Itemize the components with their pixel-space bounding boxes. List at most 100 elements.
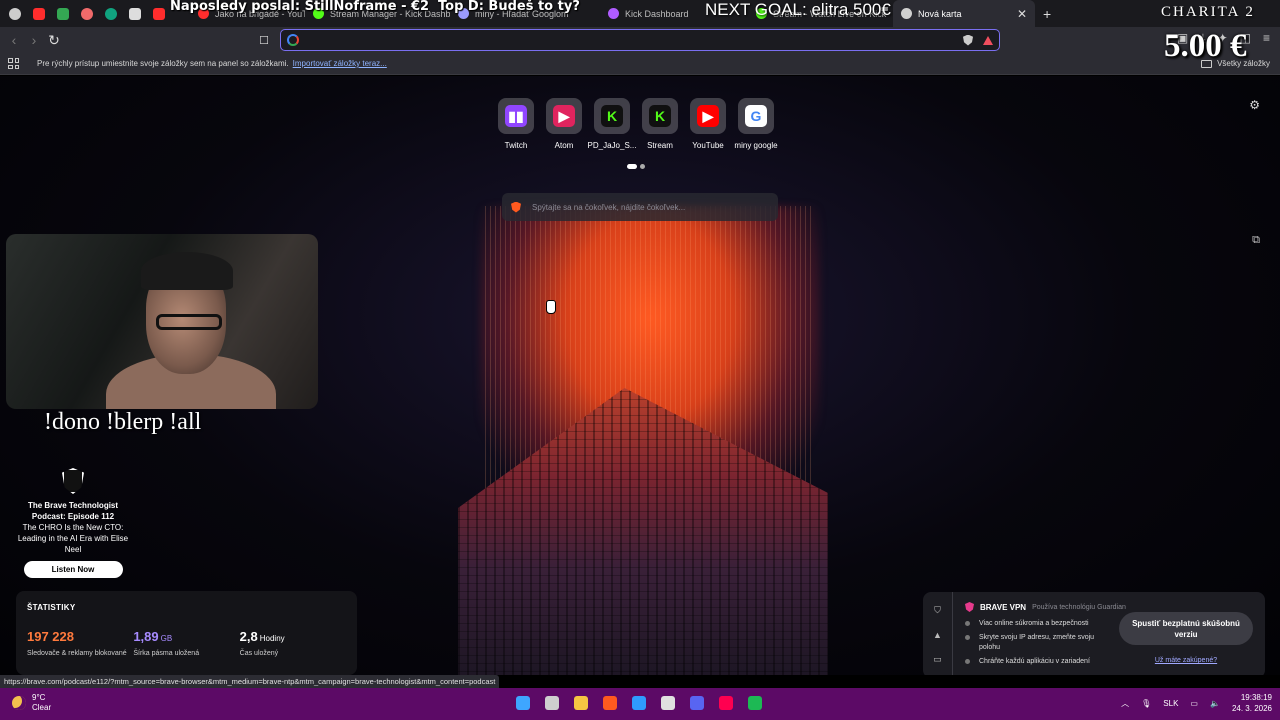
external-link-icon[interactable]: ⧉ bbox=[1252, 234, 1260, 247]
top-site-tile[interactable]: ▮▮ Twitch bbox=[498, 98, 534, 150]
youtube-icon: ▶ bbox=[697, 105, 719, 127]
podcast-title: The Brave Technologist Podcast: Episode … bbox=[27, 501, 119, 521]
spotify-icon[interactable] bbox=[744, 692, 766, 714]
twitch-icon: ▮▮ bbox=[505, 105, 527, 127]
sponsored-podcast-card: The Brave Technologist Podcast: Episode … bbox=[16, 468, 130, 578]
taskbar-apps bbox=[512, 692, 766, 714]
display-icon[interactable]: ▭ bbox=[1190, 699, 1198, 708]
top-site-tile[interactable]: K Stream bbox=[642, 98, 678, 150]
pager-dot[interactable] bbox=[640, 164, 645, 169]
top-site-tile[interactable]: ▶ Atom bbox=[546, 98, 582, 150]
stat-bandwidth: 1,89 GB Šírka pásma uložená bbox=[133, 628, 239, 657]
top-site-tile[interactable]: Gminy google bbox=[734, 98, 778, 150]
new-tab-page: ▮▮ Twitch ▶ Atom K PD_JaJo_S... K Stream ▶ YouTub… bbox=[0, 76, 1280, 675]
clock[interactable]: 19:38:19 24. 3. 2026 bbox=[1232, 692, 1272, 714]
webcam-person-cap bbox=[141, 252, 233, 290]
tab-active[interactable]: Nová karta ✕ bbox=[893, 0, 1035, 27]
pager-dot-active[interactable] bbox=[627, 164, 637, 169]
forward-button[interactable]: › bbox=[24, 30, 44, 50]
podcast-subtitle: The CHRO Is the New CTO: Leading in the … bbox=[17, 523, 129, 554]
top-sites-pager bbox=[627, 164, 645, 169]
google-icon bbox=[287, 34, 299, 46]
pinned-tab-obs[interactable] bbox=[4, 3, 26, 25]
menu-icon[interactable]: ≡ bbox=[1263, 31, 1270, 46]
top-site-icon-frame: K bbox=[594, 98, 630, 134]
pinned-tab-chatgpt[interactable] bbox=[100, 3, 122, 25]
stat-label: Šírka pásma uložená bbox=[133, 650, 200, 657]
hand-cursor-icon bbox=[546, 300, 556, 314]
top-site-icon-frame: ▮▮ bbox=[498, 98, 534, 134]
taskbar: 9°C Clear ︿ 🎙 SLK ▭ 🔈 19:38:19 24. 3. 20… bbox=[0, 688, 1280, 720]
brave-rewards-icon[interactable] bbox=[983, 35, 993, 45]
rewards-icon[interactable]: ▲ bbox=[933, 630, 942, 640]
weather-temp: 9°C bbox=[32, 693, 46, 702]
vpn-shield-icon bbox=[965, 602, 974, 612]
google-icon: G bbox=[745, 105, 767, 127]
tiktok-icon[interactable] bbox=[715, 692, 737, 714]
overlay-charity-amount: 5.00 € bbox=[1164, 28, 1247, 64]
bookmark-icon[interactable]: ☐ bbox=[254, 30, 274, 50]
reload-button[interactable]: ↻ bbox=[44, 30, 64, 50]
pinned-tab-anchor[interactable] bbox=[124, 3, 146, 25]
top-sites: ▮▮ Twitch ▶ Atom K PD_JaJo_S... K Stream ▶ YouTub… bbox=[498, 98, 778, 150]
pinned-tab-drive[interactable] bbox=[52, 3, 74, 25]
start-icon[interactable] bbox=[512, 692, 534, 714]
chevron-up-icon[interactable]: ︿ bbox=[1121, 698, 1129, 709]
brave-shield-icon bbox=[901, 8, 912, 19]
import-bookmarks-link[interactable]: Importovať záložky teraz... bbox=[293, 59, 387, 68]
address-input[interactable] bbox=[305, 34, 963, 46]
apps-grid-icon[interactable] bbox=[8, 58, 19, 69]
microphone-icon[interactable]: 🎙 bbox=[1141, 699, 1151, 708]
stat-trackers: 197 228 Sledovače & reklamy blokované bbox=[27, 628, 133, 657]
top-site-icon-frame: G bbox=[738, 98, 774, 134]
pinned-tab-youtube-2[interactable] bbox=[148, 3, 170, 25]
webcam-person-glasses bbox=[156, 314, 222, 330]
stats-heading: ŠTATISTIKY bbox=[27, 603, 76, 612]
top-site-tile[interactable]: K PD_JaJo_S... bbox=[588, 98, 636, 150]
vpn-shield-icon[interactable]: ⛉ bbox=[934, 605, 941, 616]
vpn-feature: Chráňte každú aplikáciu v zariadení bbox=[965, 657, 1101, 667]
new-tab-button[interactable]: + bbox=[1043, 6, 1051, 22]
webcam-overlay bbox=[6, 234, 318, 409]
stat-unit: GB bbox=[160, 634, 173, 643]
file-explorer-icon[interactable] bbox=[570, 692, 592, 714]
top-site-icon-frame: ▶ bbox=[690, 98, 726, 134]
volume-icon[interactable]: 🔈 bbox=[1210, 699, 1220, 708]
task-view-icon[interactable] bbox=[541, 692, 563, 714]
vpn-already-purchased-link[interactable]: Už máte zakúpené? bbox=[1119, 657, 1253, 664]
address-bar[interactable] bbox=[280, 29, 1000, 51]
pinned-tab-youtube[interactable] bbox=[28, 3, 50, 25]
vpn-powered-by: Používa technológiu Guardian bbox=[1032, 603, 1126, 611]
overlay-last-tip: Naposledy poslal: StillNoframe - €2 bbox=[170, 0, 430, 14]
vpn-trial-button[interactable]: Spustiť bezplatnú skúšobnú verziu bbox=[1119, 612, 1253, 645]
stat-value: 1,89 bbox=[133, 629, 159, 644]
pinned-tab-asana[interactable] bbox=[76, 3, 98, 25]
toolbar: ‹ › ↻ ☐ ▣ ⤓ ✦ ◫ ≡ bbox=[0, 27, 1280, 53]
brave-shields-icon[interactable] bbox=[963, 34, 973, 46]
pinned-tabs bbox=[0, 3, 170, 25]
stat-label: Sledovače & reklamy blokované bbox=[27, 650, 127, 657]
search-box[interactable]: Spýtajte sa na čokoľvek, nájdite čokoľve… bbox=[502, 193, 778, 221]
bookmarks-bar: Pre rýchly prístup umiestnite svoje zálo… bbox=[0, 53, 1280, 75]
search-placeholder: Spýtajte sa na čokoľvek, nájdite čokoľve… bbox=[532, 202, 686, 212]
weather-widget[interactable]: 9°C Clear bbox=[12, 693, 51, 713]
store-icon[interactable] bbox=[628, 692, 650, 714]
brave-icon[interactable] bbox=[599, 692, 621, 714]
stat-time: 2,8 Hodiny Čas uložený bbox=[240, 628, 346, 657]
back-button[interactable]: ‹ bbox=[4, 30, 24, 50]
vpn-widget: ⛉ ▲ ▭ BRAVE VPN Používa technológiu Guar… bbox=[923, 592, 1265, 675]
language-indicator[interactable]: SLK bbox=[1163, 699, 1178, 708]
top-site-tile[interactable]: ▶ YouTube bbox=[690, 98, 726, 150]
listen-now-button[interactable]: Listen Now bbox=[23, 561, 123, 578]
atom-icon: ▶ bbox=[553, 105, 575, 127]
close-icon[interactable]: ✕ bbox=[1017, 7, 1027, 21]
cards-icon[interactable]: ▭ bbox=[933, 654, 942, 665]
discord-icon[interactable] bbox=[686, 692, 708, 714]
top-site-label: miny google bbox=[734, 141, 778, 150]
top-site-icon-frame: K bbox=[642, 98, 678, 134]
kick-icon: K bbox=[649, 105, 671, 127]
gear-icon[interactable]: ⚙ bbox=[1249, 98, 1260, 112]
status-url: https://brave.com/podcast/e112/?mtm_sour… bbox=[0, 675, 500, 688]
obs-icon[interactable] bbox=[657, 692, 679, 714]
stat-unit: Hodiny bbox=[259, 634, 285, 643]
